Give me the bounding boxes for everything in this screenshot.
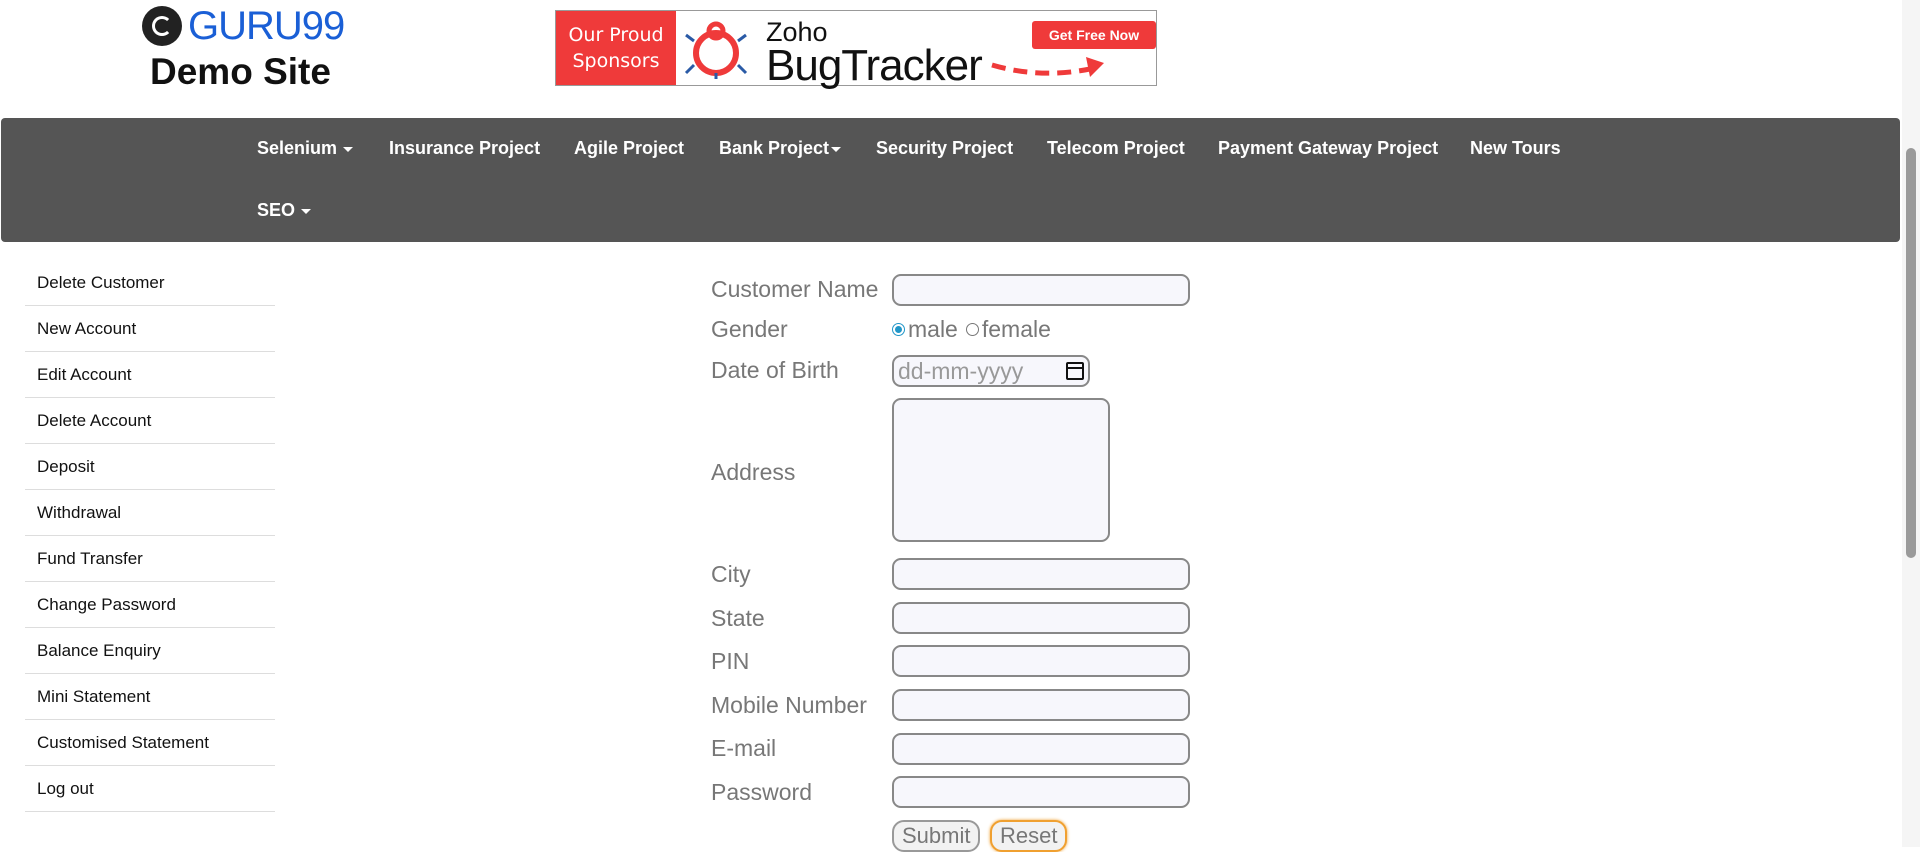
gender-male-label: male bbox=[908, 316, 958, 342]
sidebar-item-mini-statement[interactable]: Mini Statement bbox=[25, 674, 275, 720]
get-free-now-button[interactable]: Get Free Now bbox=[1032, 21, 1156, 49]
state-input[interactable] bbox=[892, 602, 1190, 634]
gender-female-radio[interactable] bbox=[965, 323, 979, 336]
sponsor-banner[interactable]: Our Proud Sponsors Zoho BugTracker Get F… bbox=[555, 10, 1157, 90]
nav-item-security-project[interactable]: Security Project bbox=[876, 138, 1013, 159]
logo-subtitle: Demo Site bbox=[150, 51, 331, 92]
sidebar-item-change-password[interactable]: Change Password bbox=[25, 582, 275, 628]
email-label: E-mail bbox=[711, 735, 777, 761]
sidebar-item-log-out[interactable]: Log out bbox=[25, 766, 275, 812]
submit-button[interactable]: Submit bbox=[892, 820, 981, 852]
customer-name-input[interactable] bbox=[892, 274, 1190, 306]
password-input[interactable] bbox=[892, 776, 1190, 808]
bugtracker-text: BugTracker bbox=[766, 41, 983, 90]
pin-input[interactable] bbox=[892, 645, 1190, 677]
nav-item-telecom-project[interactable]: Telecom Project bbox=[1047, 138, 1185, 159]
pin-label: PIN bbox=[711, 648, 750, 674]
nav-item-agile-project[interactable]: Agile Project bbox=[574, 138, 684, 159]
address-textarea[interactable] bbox=[892, 398, 1110, 542]
mobile-number-input[interactable] bbox=[892, 689, 1190, 721]
sidebar-item-customised-statement[interactable]: Customised Statement bbox=[25, 720, 275, 766]
gender-label: Gender bbox=[711, 316, 788, 342]
city-input[interactable] bbox=[892, 558, 1190, 590]
customer-name-label: Customer Name bbox=[711, 276, 879, 302]
sidebar-item-balance-enquiry[interactable]: Balance Enquiry bbox=[25, 628, 275, 674]
calendar-icon[interactable] bbox=[1066, 362, 1084, 380]
dob-label: Date of Birth bbox=[711, 357, 839, 383]
guru99-logo-icon bbox=[142, 6, 182, 46]
main-nav: Selenium Insurance Project Agile Project… bbox=[1, 118, 1900, 242]
password-label: Password bbox=[711, 779, 812, 805]
nav-item-selenium[interactable]: Selenium bbox=[257, 138, 354, 159]
site-logo[interactable]: GURU99 Demo Site bbox=[140, 4, 360, 94]
caret-down-icon bbox=[831, 146, 842, 152]
sponsor-label: Our Proud Sponsors bbox=[556, 11, 676, 85]
sidebar-item-fund-transfer[interactable]: Fund Transfer bbox=[25, 536, 275, 582]
sidebar-item-withdrawal[interactable]: Withdrawal bbox=[25, 490, 275, 536]
sidebar-item-edit-account[interactable]: Edit Account bbox=[25, 352, 275, 398]
reset-button[interactable]: Reset bbox=[990, 820, 1068, 852]
nav-item-seo[interactable]: SEO bbox=[257, 200, 312, 221]
caret-down-icon bbox=[343, 146, 354, 152]
email-input[interactable] bbox=[892, 733, 1190, 765]
scrollbar-thumb[interactable] bbox=[1906, 148, 1916, 558]
address-label: Address bbox=[711, 459, 796, 485]
logo-text: GURU99 bbox=[188, 4, 345, 48]
caret-down-icon bbox=[301, 208, 312, 214]
gender-female-label: female bbox=[981, 316, 1051, 342]
gender-radio-group: male female bbox=[892, 316, 1051, 343]
dob-placeholder: dd-mm-yyyy bbox=[898, 357, 1024, 384]
sidebar-item-deposit[interactable]: Deposit bbox=[25, 444, 275, 490]
dob-input[interactable]: dd-mm-yyyy bbox=[892, 355, 1090, 387]
state-label: State bbox=[711, 605, 765, 631]
sponsor-line-1: Our Proud bbox=[568, 24, 664, 46]
city-label: City bbox=[711, 561, 751, 587]
nav-item-new-tours[interactable]: New Tours bbox=[1470, 138, 1561, 159]
sidebar-item-delete-account[interactable]: Delete Account bbox=[25, 398, 275, 444]
nav-item-insurance-project[interactable]: Insurance Project bbox=[389, 138, 540, 159]
nav-item-payment-gateway-project[interactable]: Payment Gateway Project bbox=[1218, 138, 1438, 159]
sidebar-menu: Delete Customer New Account Edit Account… bbox=[25, 260, 275, 812]
sidebar-item-new-account[interactable]: New Account bbox=[25, 306, 275, 352]
bug-icon bbox=[684, 21, 748, 79]
sidebar-item-delete-customer[interactable]: Delete Customer bbox=[25, 260, 275, 306]
gender-male-radio[interactable] bbox=[892, 323, 905, 336]
arrow-icon bbox=[991, 57, 1104, 77]
sponsor-line-2: Sponsors bbox=[572, 50, 660, 72]
mobile-number-label: Mobile Number bbox=[711, 692, 867, 718]
nav-item-bank-project[interactable]: Bank Project bbox=[719, 138, 842, 159]
